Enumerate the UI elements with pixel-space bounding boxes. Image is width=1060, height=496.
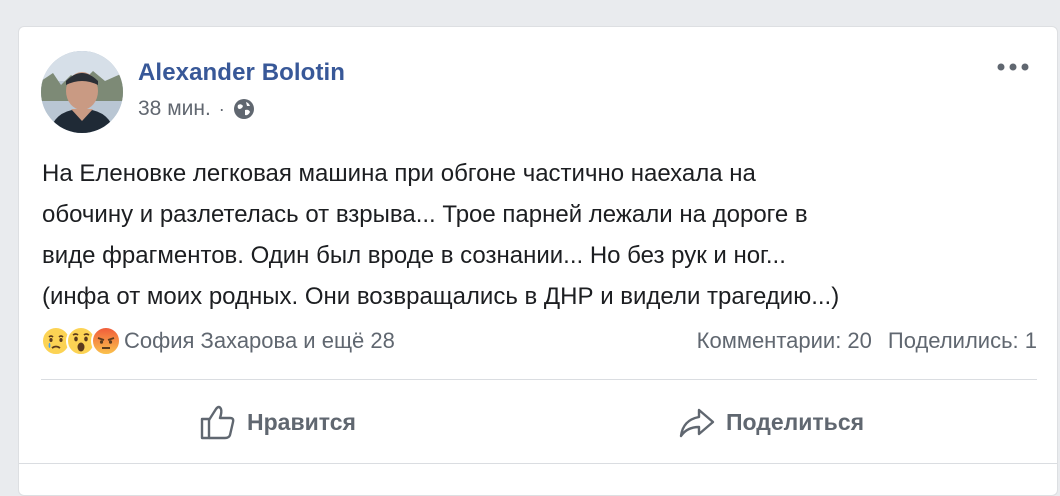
post-meta: 38 мин. · bbox=[138, 97, 255, 121]
thumbs-up-icon bbox=[200, 405, 235, 440]
divider bbox=[19, 463, 1057, 464]
post-card: Alexander Bolotin 38 мин. · На Еленовке … bbox=[18, 26, 1058, 496]
reaction-summary[interactable]: София Захарова и ещё 28 bbox=[124, 328, 395, 354]
post-text-line: На Еленовке легковая машина при обгоне ч… bbox=[42, 160, 756, 187]
reactions-row: София Захарова и ещё 28 Комментарии: 20 … bbox=[41, 323, 1037, 359]
comments-count[interactable]: Комментарии: 20 bbox=[697, 328, 872, 354]
more-options-icon[interactable] bbox=[995, 59, 1031, 75]
share-label: Поделиться bbox=[726, 408, 865, 435]
meta-separator: · bbox=[218, 98, 225, 119]
shares-count[interactable]: Поделились: 1 bbox=[888, 328, 1037, 354]
angry-reaction-icon bbox=[91, 326, 121, 356]
post-timestamp[interactable]: 38 мин. bbox=[138, 97, 211, 121]
post-text-line: (инфа от моих родных. Они возвращались в… bbox=[42, 283, 840, 310]
reaction-icons[interactable] bbox=[41, 326, 121, 356]
author-avatar[interactable] bbox=[41, 51, 123, 133]
post-text-line: обочину и разлетелась от взрыва... Трое … bbox=[42, 201, 808, 228]
divider bbox=[41, 379, 1037, 380]
author-name[interactable]: Alexander Bolotin bbox=[138, 59, 345, 87]
share-arrow-icon bbox=[679, 408, 715, 438]
avatar-photo bbox=[41, 51, 123, 133]
post-text: На Еленовке легковая машина при обгоне ч… bbox=[42, 153, 1032, 317]
like-button[interactable]: Нравится bbox=[199, 399, 356, 445]
share-button[interactable]: Поделиться bbox=[678, 399, 864, 445]
globe-icon[interactable] bbox=[233, 98, 255, 120]
like-label: Нравится bbox=[247, 408, 356, 435]
post-text-line: виде фрагментов. Один был вроде в сознан… bbox=[42, 242, 786, 269]
